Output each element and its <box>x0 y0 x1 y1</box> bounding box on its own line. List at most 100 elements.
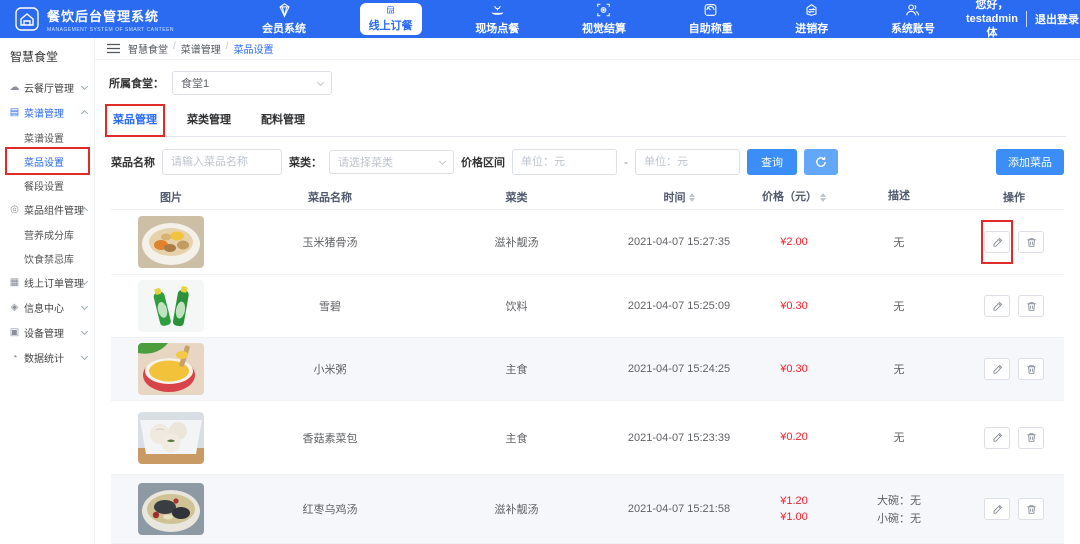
chevron-down-icon <box>81 328 88 335</box>
vision-scan-icon <box>595 2 612 18</box>
nav-label: 线上订餐 <box>369 17 413 33</box>
sidebar-item-recipe-settings[interactable]: 菜谱设置 <box>0 125 94 149</box>
dish-photo-veggie-buns <box>138 412 204 464</box>
menu-book-icon: ▤ <box>8 107 21 118</box>
nav-onsite-ordering[interactable]: 现场点餐 <box>466 0 528 38</box>
breadcrumb-bar: 智慧食堂 / 菜谱管理 / 菜品设置 <box>95 38 1080 60</box>
table-row: 小米粥 主食 2021-04-07 15:24:25 ¥0.30 无 <box>111 338 1064 401</box>
sidebar-item-diet-taboo-library[interactable]: 饮食禁忌库 <box>0 246 94 270</box>
sidebar-item-dish-settings[interactable]: 菜品设置 <box>0 149 94 173</box>
dish-name: 小米粥 <box>231 338 429 400</box>
scale-icon <box>702 2 719 18</box>
dish-category: 主食 <box>429 401 604 474</box>
dish-description: 无 <box>894 430 905 448</box>
chevron-down-icon <box>317 78 324 85</box>
col-header-category: 菜类 <box>429 185 604 209</box>
dish-name: 香菇素菜包 <box>231 401 429 474</box>
dish-price-large: ¥1.20 <box>780 493 808 510</box>
sidebar-item-cloud-canteen[interactable]: ☁ 云餐厅管理 <box>0 75 94 100</box>
col-header-name: 菜品名称 <box>231 185 429 209</box>
dish-category: 滋补靓汤 <box>429 210 604 274</box>
search-button[interactable]: 查询 <box>747 149 797 175</box>
chevron-down-icon <box>439 157 446 164</box>
main-panel: 智慧食堂 / 菜谱管理 / 菜品设置 所属食堂： 食堂1 <box>95 38 1080 544</box>
pencil-icon <box>992 237 1003 248</box>
reset-refresh-button[interactable] <box>804 149 838 175</box>
sidebar: 智慧食堂 ☁ 云餐厅管理 ▤ 菜谱管理 菜谱设置 菜品设置 餐段设置 <box>0 38 95 544</box>
col-header-time: 时间 <box>604 185 754 209</box>
table-row: 雪碧 饮料 2021-04-07 15:25:09 ¥0.30 无 <box>111 275 1064 338</box>
dish-photo-sprite <box>138 280 204 332</box>
table-row: 红枣乌鸡汤 滋补靓汤 2021-04-07 15:21:58 ¥1.20 ¥1.… <box>111 475 1064 544</box>
add-dish-button[interactable]: 添加菜品 <box>996 149 1064 175</box>
dish-category: 主食 <box>429 338 604 400</box>
canteen-label: 所属食堂： <box>109 75 164 91</box>
sidebar-item-nutrition-library[interactable]: 营养成分库 <box>0 222 94 246</box>
chevron-down-icon <box>81 353 88 360</box>
breadcrumb-item[interactable]: 智慧食堂 <box>128 41 168 56</box>
nav-online-ordering[interactable]: 线上订餐 <box>360 3 422 35</box>
dish-time: 2021-04-07 15:27:35 <box>604 210 754 274</box>
dish-time: 2021-04-07 15:23:39 <box>604 401 754 474</box>
trash-icon <box>1026 504 1037 515</box>
sidebar-item-menu-management[interactable]: ▤ 菜谱管理 <box>0 100 94 125</box>
breadcrumb-item[interactable]: 菜谱管理 <box>181 41 221 56</box>
collapse-menu-icon[interactable] <box>107 43 120 54</box>
nav-member-system[interactable]: 会员系统 <box>253 0 315 38</box>
delete-button[interactable] <box>1018 231 1044 253</box>
dish-price: ¥0.30 <box>780 298 808 315</box>
nav-self-weighing[interactable]: 自助称重 <box>680 0 742 38</box>
dish-name: 玉米猪骨汤 <box>231 210 429 274</box>
col-header-description: 描述 <box>834 185 964 209</box>
top-nav: 会员系统 线上订餐 现场点餐 视觉结算 自助称重 进销存 <box>225 0 962 38</box>
delete-button[interactable] <box>1018 498 1044 520</box>
price-min-input[interactable] <box>512 149 617 175</box>
nav-system-account[interactable]: 系统账号 <box>882 0 944 38</box>
sort-toggle[interactable] <box>820 193 826 202</box>
badge-icon <box>276 2 293 18</box>
tab-dish-management[interactable]: 菜品管理 <box>111 104 159 137</box>
sidebar-item-data-statistics[interactable]: ◔ 数据统计 <box>0 345 94 370</box>
pencil-icon <box>992 301 1003 312</box>
sidebar-item-info-center[interactable]: ◈ 信息中心 <box>0 295 94 320</box>
price-max-input[interactable] <box>635 149 740 175</box>
tab-bar: 菜品管理 菜类管理 配料管理 <box>109 104 1066 137</box>
nav-label: 视觉结算 <box>582 20 626 36</box>
dish-category: 滋补靓汤 <box>429 475 604 543</box>
category-select[interactable]: 请选择菜类 <box>329 150 454 174</box>
edit-button[interactable] <box>984 427 1010 449</box>
sidebar-item-online-orders[interactable]: ▦ 线上订单管理 <box>0 270 94 295</box>
nav-inventory[interactable]: 进销存 <box>786 0 837 38</box>
inventory-swap-icon <box>803 2 820 18</box>
sidebar-item-dish-components[interactable]: ◎ 菜品组件管理 <box>0 197 94 222</box>
delete-button[interactable] <box>1018 295 1044 317</box>
user-icon <box>904 2 921 18</box>
sidebar-item-meal-period-settings[interactable]: 餐段设置 <box>0 173 94 197</box>
app-subtitle: MANAGEMENT SYSTEM OF SMART CANTEEN <box>47 27 174 33</box>
sort-toggle[interactable] <box>689 193 695 202</box>
nav-vision-checkout[interactable]: 视觉结算 <box>573 0 635 38</box>
top-header: 餐饮后台管理系统 MANAGEMENT SYSTEM OF SMART CANT… <box>0 0 1080 38</box>
dish-time: 2021-04-07 15:21:58 <box>604 475 754 543</box>
sidebar-item-device-management[interactable]: ▣ 设备管理 <box>0 320 94 345</box>
tab-category-management[interactable]: 菜类管理 <box>185 104 233 136</box>
user-area: 您好，testadmin体 退出登录 <box>962 0 1080 38</box>
table-row: 玉米猪骨汤 滋补靓汤 2021-04-07 15:27:35 ¥2.00 无 <box>111 210 1064 275</box>
pie-chart-icon: ◔ <box>8 352 21 363</box>
dish-price: ¥0.20 <box>780 429 808 446</box>
delete-button[interactable] <box>1018 427 1044 449</box>
logout-button[interactable]: 退出登录 <box>1026 11 1079 27</box>
tab-ingredient-management[interactable]: 配料管理 <box>259 104 307 136</box>
dish-name-input[interactable] <box>162 149 282 175</box>
refresh-icon <box>815 156 827 168</box>
edit-button[interactable] <box>984 231 1010 253</box>
delete-button[interactable] <box>1018 358 1044 380</box>
edit-button[interactable] <box>984 358 1010 380</box>
dish-price-small: ¥1.00 <box>780 509 808 526</box>
edit-button[interactable] <box>984 498 1010 520</box>
breadcrumb: 智慧食堂 / 菜谱管理 / 菜品设置 <box>128 41 274 56</box>
edit-button[interactable] <box>984 295 1010 317</box>
trash-icon <box>1026 301 1037 312</box>
canteen-select[interactable]: 食堂1 <box>172 71 332 95</box>
trash-icon <box>1026 432 1037 443</box>
